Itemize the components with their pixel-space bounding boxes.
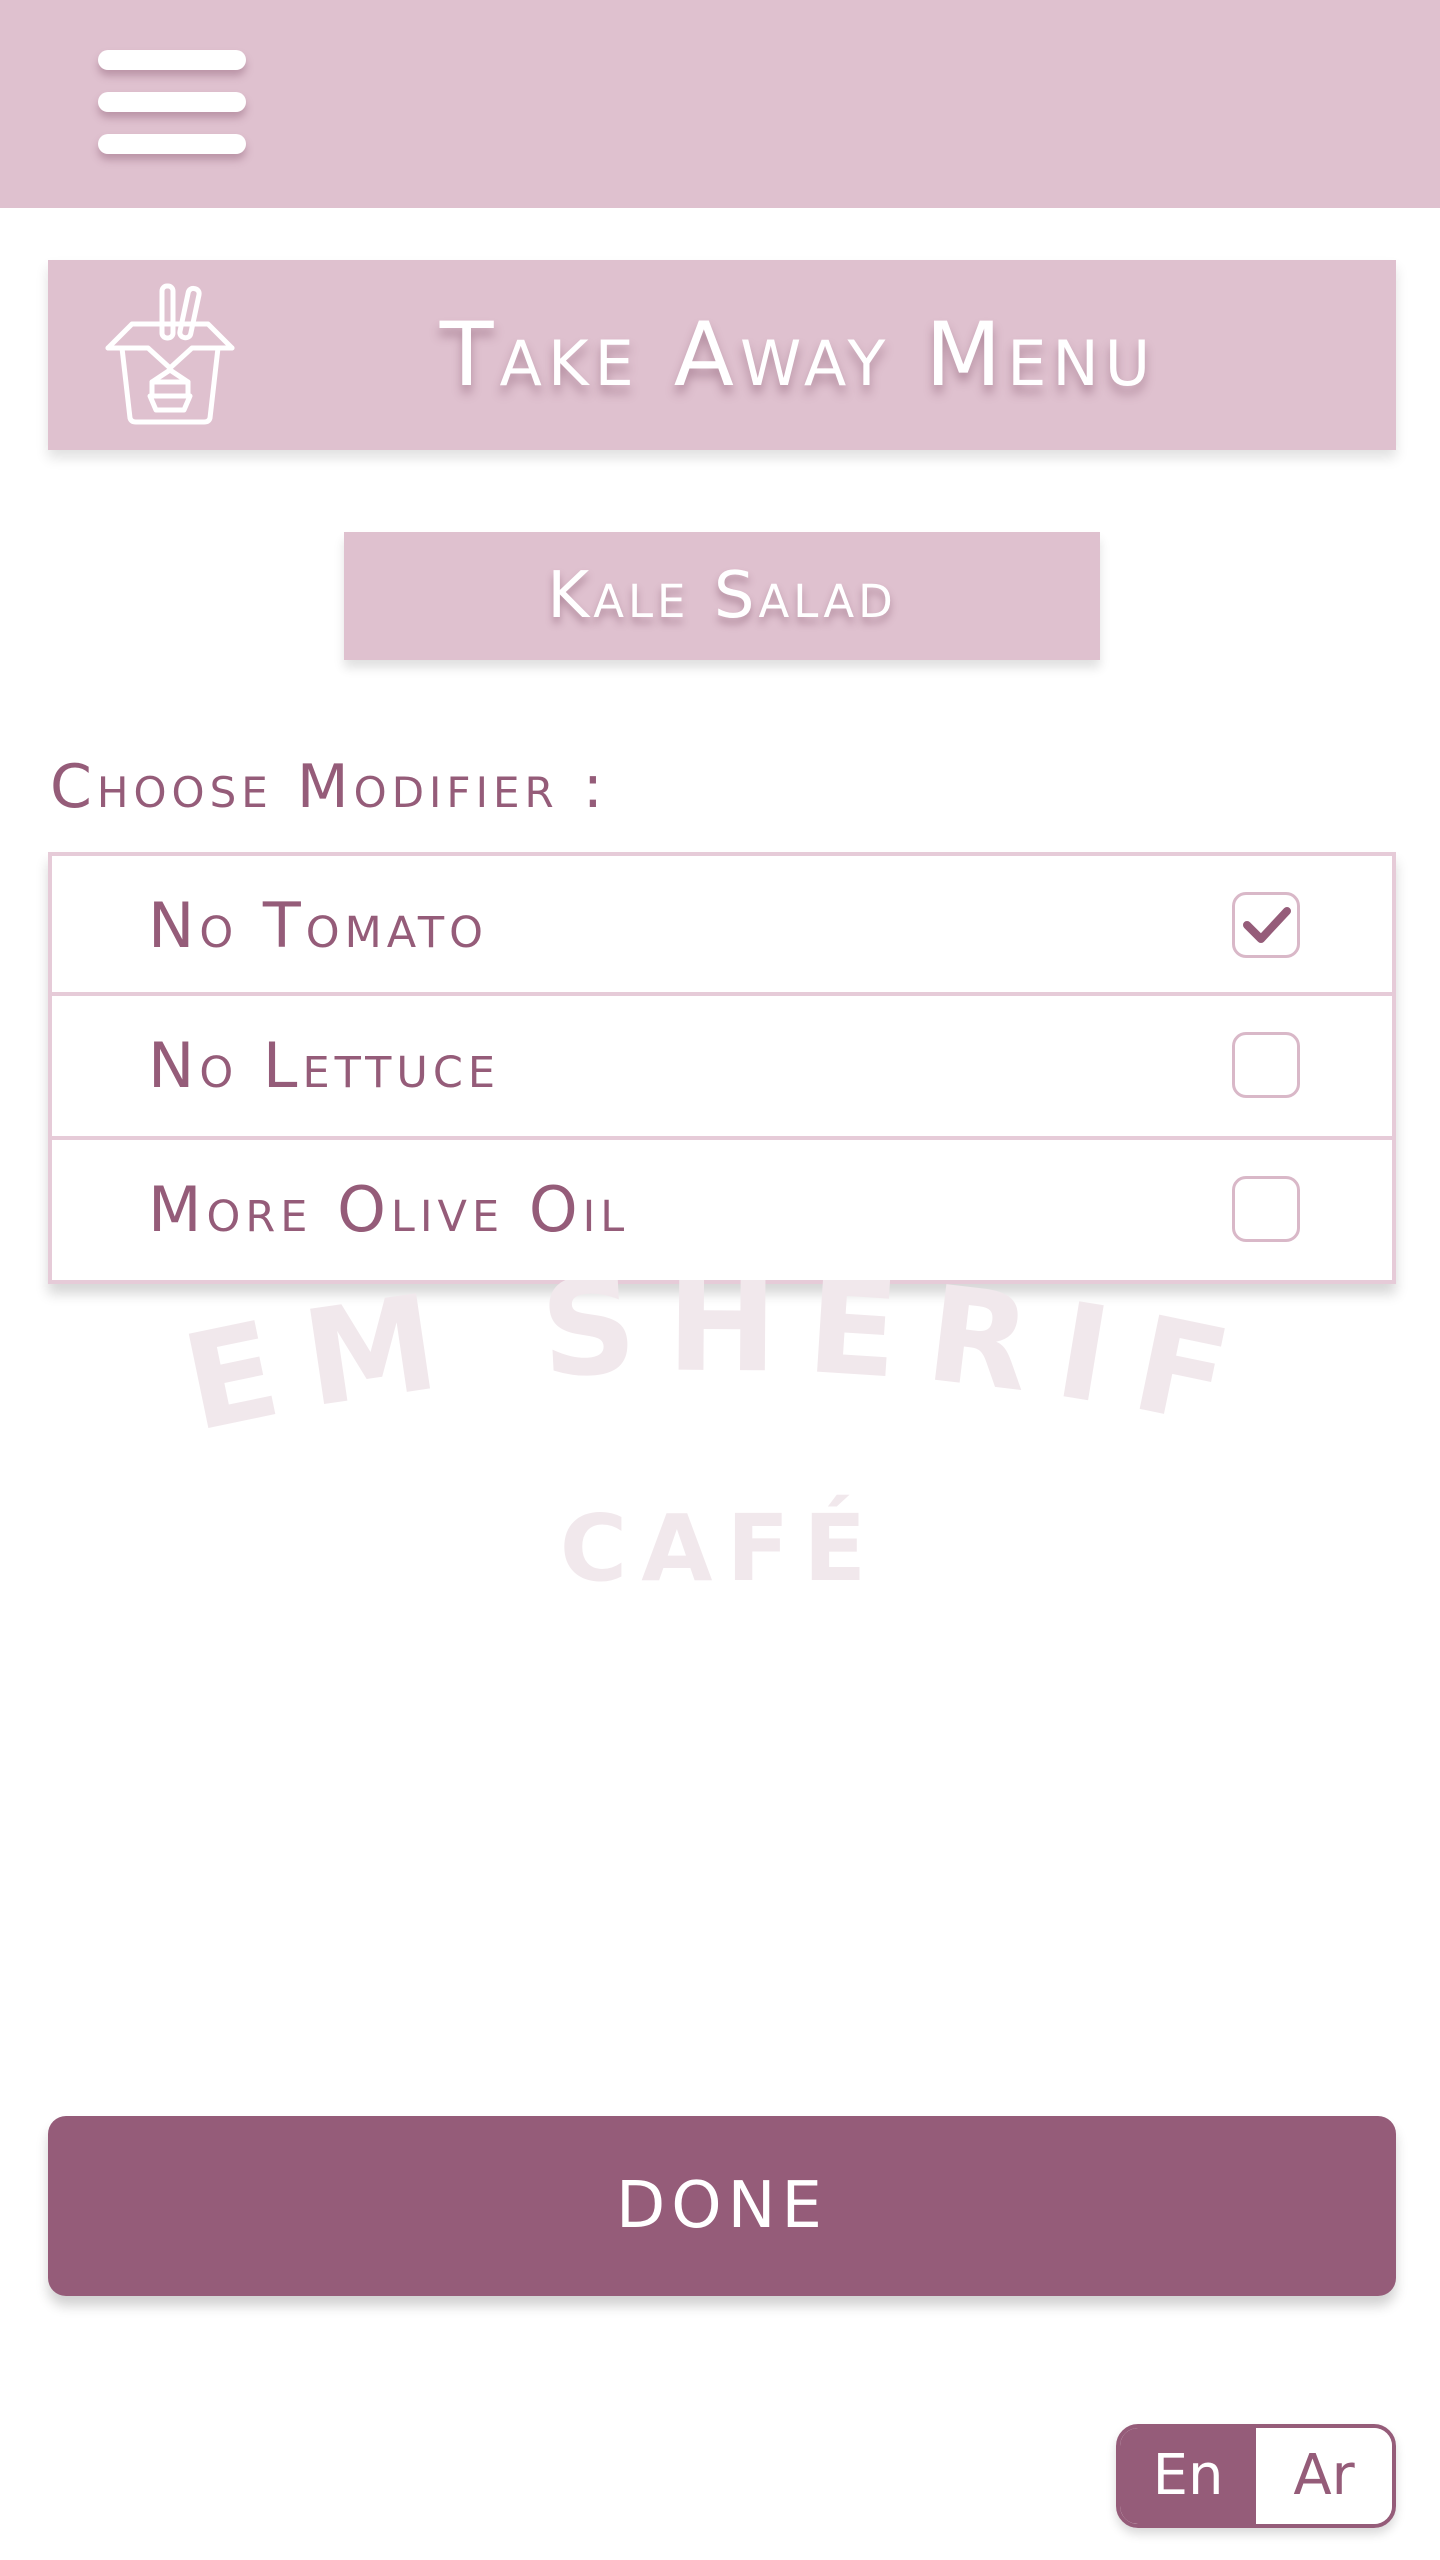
top-bar xyxy=(0,0,1440,208)
hamburger-menu-icon[interactable] xyxy=(98,50,246,160)
modifier-list: No Tomato No Lettuce More Olive Oil xyxy=(48,852,1396,1284)
modifier-option-no-lettuce[interactable]: No Lettuce xyxy=(48,996,1396,1140)
language-ar-button[interactable]: Ar xyxy=(1256,2428,1392,2524)
modifier-section-label: Choose Modifier : xyxy=(50,752,608,822)
language-en-button[interactable]: En xyxy=(1120,2428,1256,2524)
done-button[interactable]: DONE xyxy=(48,2116,1396,2296)
page-title: Take Away Menu xyxy=(439,303,1157,406)
takeaway-box-icon xyxy=(105,283,235,425)
menu-line xyxy=(98,50,246,70)
takeaway-menu-banner: Take Away Menu xyxy=(48,260,1396,450)
watermark-line2: CAFÉ xyxy=(560,1494,880,1602)
em-sherif-cafe-watermark-logo: EM SHERIF CAFÉ xyxy=(172,1280,1269,1602)
language-toggle: En Ar xyxy=(1116,2424,1396,2528)
svg-text:EM SHERIF: EM SHERIF xyxy=(172,1280,1269,1462)
checkbox-unchecked[interactable] xyxy=(1232,1176,1300,1242)
menu-line xyxy=(98,134,246,154)
checkbox-checked[interactable] xyxy=(1232,892,1300,958)
modifier-label: No Tomato xyxy=(148,889,488,962)
modifier-option-more-olive-oil[interactable]: More Olive Oil xyxy=(48,1140,1396,1284)
checkbox-unchecked[interactable] xyxy=(1232,1032,1300,1098)
modifier-option-no-tomato[interactable]: No Tomato xyxy=(48,852,1396,996)
menu-line xyxy=(98,92,246,112)
item-name: Kale Salad xyxy=(344,532,1100,660)
checkmark-icon xyxy=(1243,907,1291,943)
watermark-line1: EM SHERIF xyxy=(172,1280,1241,1462)
modifier-label: No Lettuce xyxy=(148,1029,501,1102)
modifier-label: More Olive Oil xyxy=(148,1173,630,1246)
